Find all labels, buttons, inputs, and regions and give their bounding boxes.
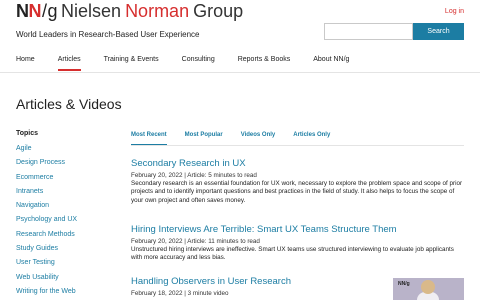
logo-word-group: Group <box>193 1 244 21</box>
topic-link-design-process[interactable]: Design Process <box>16 159 77 173</box>
topic-link-study-guides[interactable]: Study Guides <box>16 245 77 259</box>
topic-link-psychology-ux[interactable]: Psychology and UX <box>16 216 77 230</box>
topic-link-web-usability[interactable]: Web Usability <box>16 274 77 288</box>
article-meta: February 20, 2022 | Article: 11 minutes … <box>131 238 260 245</box>
topic-link-research-methods[interactable]: Research Methods <box>16 231 77 245</box>
main-nav: Home Articles Training & Events Consulti… <box>16 56 372 71</box>
page-title: Articles & Videos <box>16 96 122 112</box>
topic-link-ecommerce[interactable]: Ecommerce <box>16 174 77 188</box>
topics-list: Agile Design Process Ecommerce Intranets… <box>16 145 77 300</box>
article-title-link[interactable]: Secondary Research in UX <box>131 158 464 169</box>
presenter-head <box>421 280 435 294</box>
article-item: Hiring Interviews Are Terrible: Smart UX… <box>131 224 464 263</box>
topic-link-navigation[interactable]: Navigation <box>16 202 77 216</box>
nng-logo-mark: NN/g <box>16 1 58 21</box>
thumbnail-logo: NN/g <box>398 281 410 287</box>
tab-videos-only[interactable]: Videos Only <box>241 132 276 138</box>
article-meta: February 18, 2022 | 3 minute video <box>131 290 229 297</box>
nav-item-home[interactable]: Home <box>16 56 35 70</box>
site-tagline: World Leaders in Research-Based User Exp… <box>16 30 200 39</box>
topic-link-writing-web[interactable]: Writing for the Web <box>16 288 77 300</box>
tabs-divider <box>131 145 464 146</box>
logo-word-norman: Norman <box>125 1 190 21</box>
logo-word-nielsen: Nielsen <box>61 1 122 21</box>
article-item: Secondary Research in UX February 20, 20… <box>131 158 464 205</box>
tab-most-recent[interactable]: Most Recent <box>131 132 167 146</box>
nav-item-consulting[interactable]: Consulting <box>182 56 215 70</box>
tab-articles-only[interactable]: Articles Only <box>293 132 330 138</box>
search-button[interactable]: Search <box>413 23 464 40</box>
nav-item-about[interactable]: About NN/g <box>313 56 349 70</box>
article-title-link[interactable]: Hiring Interviews Are Terrible: Smart UX… <box>131 224 464 235</box>
site-logo[interactable]: NN/g Nielsen Norman Group <box>16 2 243 20</box>
login-link[interactable]: Log in <box>445 8 464 15</box>
nav-item-articles[interactable]: Articles <box>57 56 81 71</box>
article-meta: February 20, 2022 | Article: 5 minutes t… <box>131 172 257 179</box>
topic-link-user-testing[interactable]: User Testing <box>16 259 77 273</box>
nav-item-training-events[interactable]: Training & Events <box>104 56 159 70</box>
article-description: Unstructured hiring interviews are ineff… <box>131 246 454 262</box>
filter-tabs: Most Recent Most Popular Videos Only Art… <box>131 132 348 146</box>
nav-item-reports-books[interactable]: Reports & Books <box>238 56 291 70</box>
topic-link-intranets[interactable]: Intranets <box>16 188 77 202</box>
article-item: Handling Observers in User Research Febr… <box>131 276 386 298</box>
tab-most-popular[interactable]: Most Popular <box>185 132 223 138</box>
topics-heading: Topics <box>16 130 39 137</box>
topic-link-agile[interactable]: Agile <box>16 145 77 159</box>
article-description: Secondary research is an essential found… <box>131 180 463 204</box>
video-thumbnail[interactable]: NN/g <box>393 278 464 300</box>
nav-divider <box>0 72 480 73</box>
search-input[interactable] <box>324 23 413 40</box>
article-title-link[interactable]: Handling Observers in User Research <box>131 276 386 287</box>
